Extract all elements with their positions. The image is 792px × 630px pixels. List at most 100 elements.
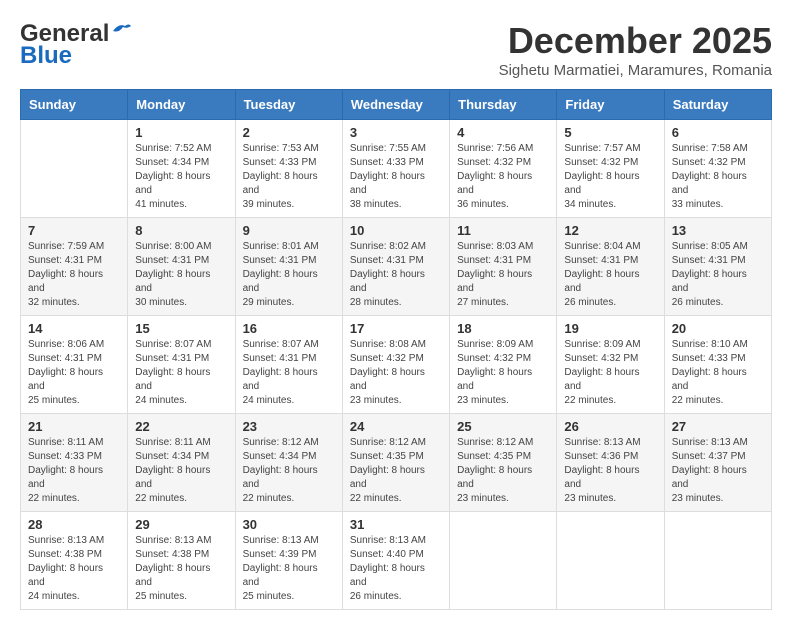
day-number: 30 bbox=[243, 517, 335, 532]
calendar-cell: 11 Sunrise: 8:03 AMSunset: 4:31 PMDayligh… bbox=[450, 218, 557, 316]
calendar-cell bbox=[450, 512, 557, 610]
day-number: 22 bbox=[135, 419, 227, 434]
day-number: 29 bbox=[135, 517, 227, 532]
day-number: 1 bbox=[135, 125, 227, 140]
calendar-cell: 2 Sunrise: 7:53 AMSunset: 4:33 PMDaylight… bbox=[235, 120, 342, 218]
calendar: SundayMondayTuesdayWednesdayThursdayFrid… bbox=[20, 89, 772, 610]
calendar-week-row: 21 Sunrise: 8:11 AMSunset: 4:33 PMDayligh… bbox=[21, 414, 772, 512]
calendar-cell: 27 Sunrise: 8:13 AMSunset: 4:37 PMDayligh… bbox=[664, 414, 771, 512]
day-info: Sunrise: 7:59 AMSunset: 4:31 PMDaylight:… bbox=[28, 240, 120, 310]
calendar-cell bbox=[664, 512, 771, 610]
calendar-cell: 29 Sunrise: 8:13 AMSunset: 4:38 PMDayligh… bbox=[128, 512, 235, 610]
title-section: December 2025 Sighetu Marmatiei, Maramur… bbox=[499, 20, 772, 79]
day-of-week-header: Friday bbox=[557, 90, 664, 120]
calendar-cell: 6 Sunrise: 7:58 AMSunset: 4:32 PMDaylight… bbox=[664, 120, 771, 218]
calendar-cell: 4Sunrise: 7:56 AMSunset: 4:32 PMDaylight… bbox=[450, 120, 557, 218]
day-number: 11 bbox=[457, 223, 549, 238]
month-title: December 2025 bbox=[499, 20, 772, 62]
calendar-cell: 12Sunrise: 8:04 AMSunset: 4:31 PMDayligh… bbox=[557, 218, 664, 316]
day-info: Sunrise: 8:13 AMSunset: 4:40 PMDaylight:… bbox=[350, 534, 442, 604]
day-number: 19 bbox=[564, 321, 656, 336]
calendar-week-row: 7Sunrise: 7:59 AMSunset: 4:31 PMDaylight… bbox=[21, 218, 772, 316]
day-number: 2 bbox=[243, 125, 335, 140]
calendar-cell: 8Sunrise: 8:00 AMSunset: 4:31 PMDaylight… bbox=[128, 218, 235, 316]
day-info: Sunrise: 8:09 AMSunset: 4:32 PMDaylight:… bbox=[457, 338, 549, 408]
calendar-header-row: SundayMondayTuesdayWednesdayThursdayFrid… bbox=[21, 90, 772, 120]
day-number: 18 bbox=[457, 321, 549, 336]
day-number: 13 bbox=[672, 223, 764, 238]
calendar-cell: 1 Sunrise: 7:52 AMSunset: 4:34 PMDaylight… bbox=[128, 120, 235, 218]
day-info: Sunrise: 8:07 AMSunset: 4:31 PMDaylight:… bbox=[243, 338, 335, 408]
day-info: Sunrise: 7:53 AMSunset: 4:33 PMDaylight:… bbox=[243, 142, 335, 212]
day-number: 25 bbox=[457, 419, 549, 434]
day-info: Sunrise: 7:57 AMSunset: 4:32 PMDaylight:… bbox=[564, 142, 656, 212]
day-info: Sunrise: 8:11 AMSunset: 4:33 PMDaylight:… bbox=[28, 436, 120, 506]
calendar-cell: 7Sunrise: 7:59 AMSunset: 4:31 PMDaylight… bbox=[21, 218, 128, 316]
calendar-cell: 16Sunrise: 8:07 AMSunset: 4:31 PMDayligh… bbox=[235, 316, 342, 414]
day-number: 6 bbox=[672, 125, 764, 140]
day-number: 21 bbox=[28, 419, 120, 434]
logo: General Blue bbox=[20, 20, 133, 70]
day-info: Sunrise: 8:13 AMSunset: 4:38 PMDaylight:… bbox=[28, 534, 120, 604]
day-info: Sunrise: 8:13 AMSunset: 4:39 PMDaylight:… bbox=[243, 534, 335, 604]
day-info: Sunrise: 7:52 AMSunset: 4:34 PMDaylight:… bbox=[135, 142, 227, 212]
day-number: 9 bbox=[243, 223, 335, 238]
day-number: 27 bbox=[672, 419, 764, 434]
calendar-cell: 13 Sunrise: 8:05 AMSunset: 4:31 PMDayligh… bbox=[664, 218, 771, 316]
day-info: Sunrise: 7:56 AMSunset: 4:32 PMDaylight:… bbox=[457, 142, 549, 212]
day-number: 3 bbox=[350, 125, 442, 140]
day-of-week-header: Thursday bbox=[450, 90, 557, 120]
day-info: Sunrise: 8:08 AMSunset: 4:32 PMDaylight:… bbox=[350, 338, 442, 408]
day-info: Sunrise: 8:09 AMSunset: 4:32 PMDaylight:… bbox=[564, 338, 656, 408]
calendar-cell: 18 Sunrise: 8:09 AMSunset: 4:32 PMDayligh… bbox=[450, 316, 557, 414]
day-number: 28 bbox=[28, 517, 120, 532]
day-of-week-header: Monday bbox=[128, 90, 235, 120]
calendar-body: 1 Sunrise: 7:52 AMSunset: 4:34 PMDaylight… bbox=[21, 120, 772, 610]
calendar-cell: 21 Sunrise: 8:11 AMSunset: 4:33 PMDayligh… bbox=[21, 414, 128, 512]
calendar-cell: 17 Sunrise: 8:08 AMSunset: 4:32 PMDayligh… bbox=[342, 316, 449, 414]
day-info: Sunrise: 8:12 AMSunset: 4:35 PMDaylight:… bbox=[350, 436, 442, 506]
day-info: Sunrise: 8:13 AMSunset: 4:36 PMDaylight:… bbox=[564, 436, 656, 506]
day-number: 17 bbox=[350, 321, 442, 336]
calendar-cell bbox=[557, 512, 664, 610]
logo-bird-icon bbox=[111, 21, 133, 39]
calendar-cell: 15Sunrise: 8:07 AMSunset: 4:31 PMDayligh… bbox=[128, 316, 235, 414]
calendar-cell bbox=[21, 120, 128, 218]
calendar-cell: 9 Sunrise: 8:01 AMSunset: 4:31 PMDaylight… bbox=[235, 218, 342, 316]
calendar-cell: 23 Sunrise: 8:12 AMSunset: 4:34 PMDayligh… bbox=[235, 414, 342, 512]
calendar-cell: 19 Sunrise: 8:09 AMSunset: 4:32 PMDayligh… bbox=[557, 316, 664, 414]
calendar-week-row: 14Sunrise: 8:06 AMSunset: 4:31 PMDayligh… bbox=[21, 316, 772, 414]
day-of-week-header: Wednesday bbox=[342, 90, 449, 120]
day-info: Sunrise: 8:03 AMSunset: 4:31 PMDaylight:… bbox=[457, 240, 549, 310]
calendar-cell: 30 Sunrise: 8:13 AMSunset: 4:39 PMDayligh… bbox=[235, 512, 342, 610]
calendar-cell: 5 Sunrise: 7:57 AMSunset: 4:32 PMDaylight… bbox=[557, 120, 664, 218]
day-info: Sunrise: 7:58 AMSunset: 4:32 PMDaylight:… bbox=[672, 142, 764, 212]
day-number: 5 bbox=[564, 125, 656, 140]
day-number: 24 bbox=[350, 419, 442, 434]
day-info: Sunrise: 8:13 AMSunset: 4:37 PMDaylight:… bbox=[672, 436, 764, 506]
day-info: Sunrise: 8:01 AMSunset: 4:31 PMDaylight:… bbox=[243, 240, 335, 310]
day-info: Sunrise: 8:10 AMSunset: 4:33 PMDaylight:… bbox=[672, 338, 764, 408]
day-info: Sunrise: 8:07 AMSunset: 4:31 PMDaylight:… bbox=[135, 338, 227, 408]
calendar-cell: 26 Sunrise: 8:13 AMSunset: 4:36 PMDayligh… bbox=[557, 414, 664, 512]
calendar-week-row: 28 Sunrise: 8:13 AMSunset: 4:38 PMDayligh… bbox=[21, 512, 772, 610]
calendar-cell: 24 Sunrise: 8:12 AMSunset: 4:35 PMDayligh… bbox=[342, 414, 449, 512]
day-number: 23 bbox=[243, 419, 335, 434]
location: Sighetu Marmatiei, Maramures, Romania bbox=[499, 62, 772, 79]
calendar-cell: 14Sunrise: 8:06 AMSunset: 4:31 PMDayligh… bbox=[21, 316, 128, 414]
day-of-week-header: Sunday bbox=[21, 90, 128, 120]
day-info: Sunrise: 8:02 AMSunset: 4:31 PMDaylight:… bbox=[350, 240, 442, 310]
day-number: 12 bbox=[564, 223, 656, 238]
day-info: Sunrise: 8:06 AMSunset: 4:31 PMDaylight:… bbox=[28, 338, 120, 408]
day-info: Sunrise: 8:13 AMSunset: 4:38 PMDaylight:… bbox=[135, 534, 227, 604]
calendar-week-row: 1 Sunrise: 7:52 AMSunset: 4:34 PMDaylight… bbox=[21, 120, 772, 218]
calendar-cell: 20Sunrise: 8:10 AMSunset: 4:33 PMDayligh… bbox=[664, 316, 771, 414]
day-info: Sunrise: 8:05 AMSunset: 4:31 PMDaylight:… bbox=[672, 240, 764, 310]
calendar-cell: 28 Sunrise: 8:13 AMSunset: 4:38 PMDayligh… bbox=[21, 512, 128, 610]
day-info: Sunrise: 8:12 AMSunset: 4:34 PMDaylight:… bbox=[243, 436, 335, 506]
logo-blue: Blue bbox=[20, 42, 72, 70]
calendar-cell: 31Sunrise: 8:13 AMSunset: 4:40 PMDayligh… bbox=[342, 512, 449, 610]
calendar-cell: 3 Sunrise: 7:55 AMSunset: 4:33 PMDaylight… bbox=[342, 120, 449, 218]
day-number: 26 bbox=[564, 419, 656, 434]
day-info: Sunrise: 7:55 AMSunset: 4:33 PMDaylight:… bbox=[350, 142, 442, 212]
